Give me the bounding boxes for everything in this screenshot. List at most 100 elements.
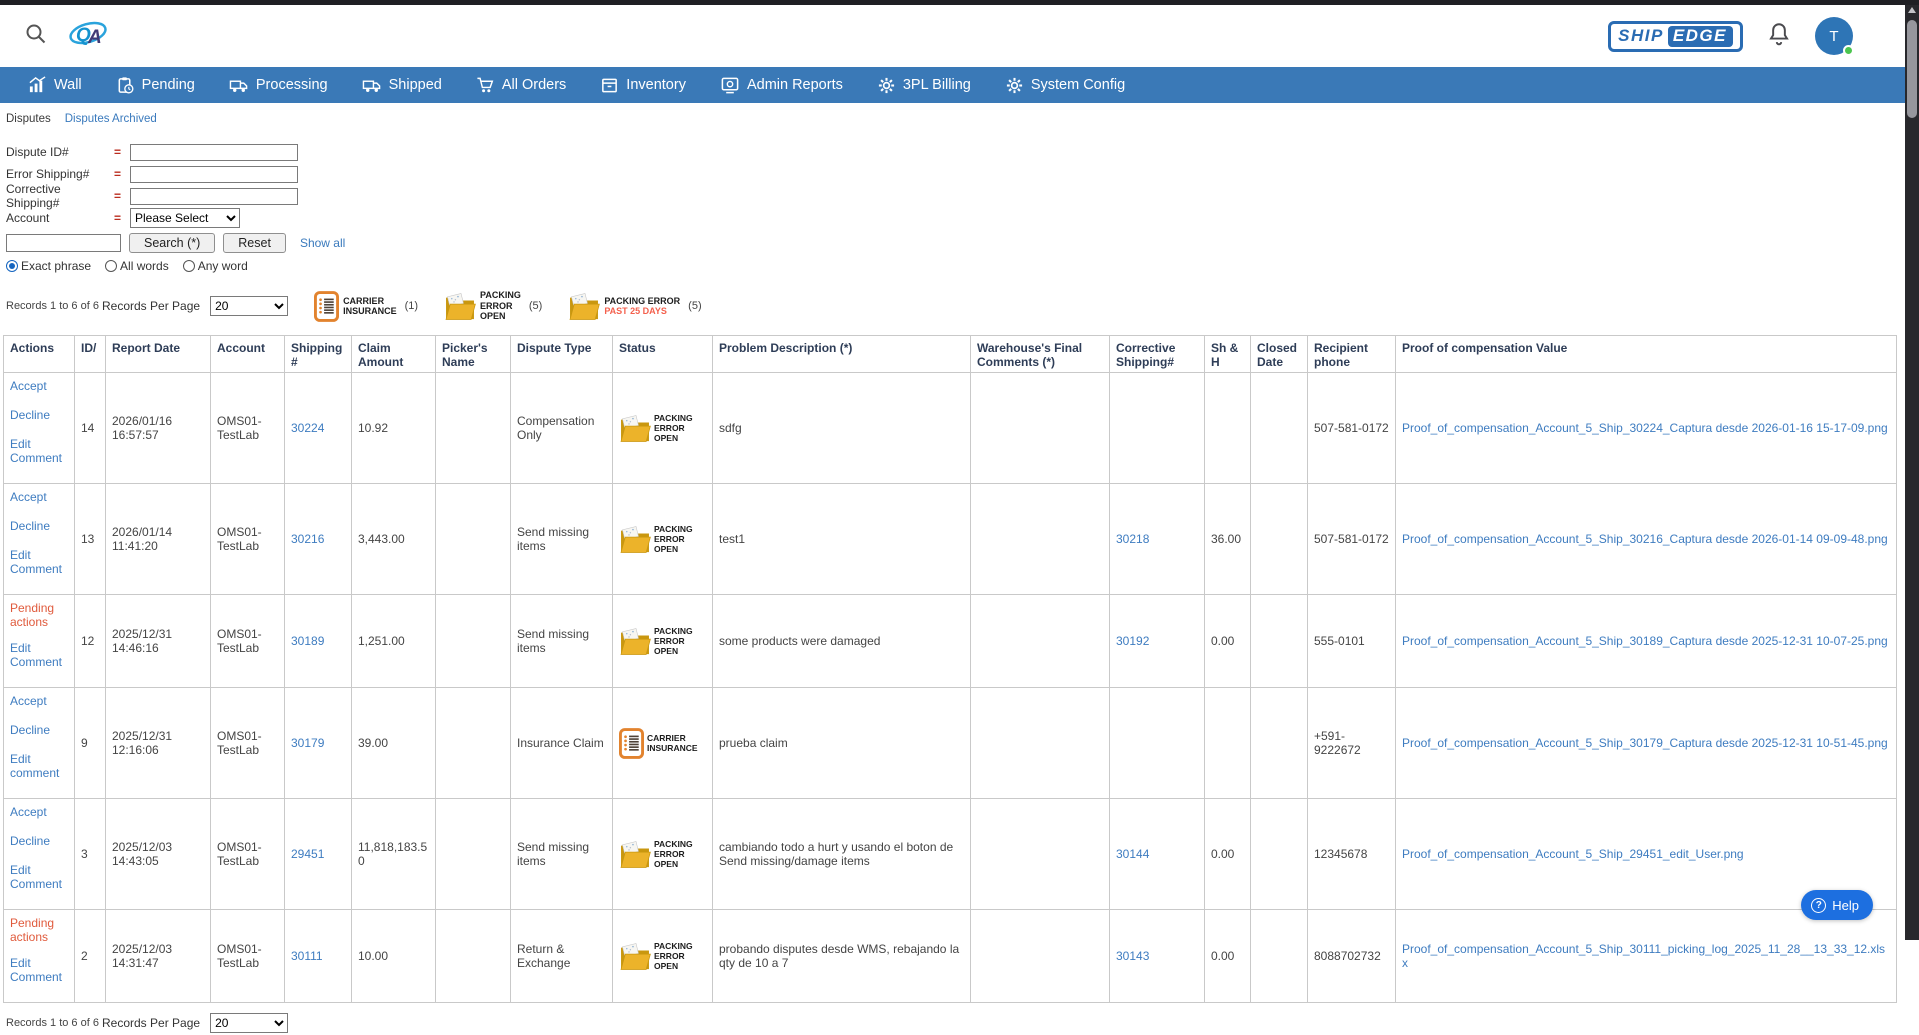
nav-shipped[interactable]: Shipped xyxy=(362,76,442,95)
shipping-link[interactable]: 30189 xyxy=(291,634,324,648)
radio-button[interactable] xyxy=(6,260,18,272)
show-all-link[interactable]: Show all xyxy=(300,236,345,250)
nav-processing[interactable]: Processing xyxy=(229,76,328,95)
legend-count: (1) xyxy=(405,300,418,312)
shipping-cell: 30224 xyxy=(285,373,352,484)
vertical-scrollbar[interactable] xyxy=(1905,0,1919,940)
proof-link[interactable]: Proof_of_compensation_Account_5_Ship_294… xyxy=(1402,847,1744,861)
shipping-link[interactable]: 30224 xyxy=(291,421,324,435)
question-mark-icon: ? xyxy=(1811,898,1826,913)
action-link[interactable]: Accept xyxy=(10,805,68,819)
corrective-shipping-link[interactable]: 30143 xyxy=(1116,949,1149,963)
user-avatar[interactable]: T xyxy=(1815,17,1853,55)
actions-cell: Accept Decline Edit Comment xyxy=(4,484,75,595)
nav-all-orders[interactable]: All Orders xyxy=(476,76,566,95)
action-link[interactable]: Accept xyxy=(10,379,68,393)
claim-amount-cell: 1,251.00 xyxy=(352,595,436,688)
corrective-shipping-cell xyxy=(1110,373,1205,484)
legend-carrier-insurance[interactable]: CARRIER INSURANCE (1) xyxy=(314,291,418,322)
scrollbar-thumb[interactable] xyxy=(1907,20,1917,118)
radio-all-words[interactable]: All words xyxy=(105,259,169,273)
status-packing-error[interactable]: PACKINGERROROPEN xyxy=(619,626,706,657)
status-packing-error[interactable]: PACKINGERROROPEN xyxy=(619,941,706,972)
window-top-edge xyxy=(0,0,1919,5)
proof-link[interactable]: Proof_of_compensation_Account_5_Ship_301… xyxy=(1402,736,1888,750)
proof-link[interactable]: Proof_of_compensation_Account_5_Ship_302… xyxy=(1402,421,1888,435)
actions-cell: Pending actionsEdit Comment xyxy=(4,910,75,1003)
status-packing-error[interactable]: PACKINGERROROPEN xyxy=(619,413,706,444)
proof-link[interactable]: Proof_of_compensation_Account_5_Ship_301… xyxy=(1402,634,1888,648)
action-link[interactable]: Edit Comment xyxy=(10,956,68,984)
action-link[interactable]: Accept xyxy=(10,490,68,504)
keyword-search-input[interactable] xyxy=(6,234,121,252)
radio-button[interactable] xyxy=(105,260,117,272)
action-link[interactable]: Edit comment xyxy=(10,752,68,780)
action-link[interactable]: Decline xyxy=(10,408,68,422)
problem-description-cell: sdfg xyxy=(713,373,971,484)
corrective-shipping-input[interactable] xyxy=(130,188,298,205)
action-link[interactable]: Accept xyxy=(10,694,68,708)
processing-truck-icon xyxy=(229,76,249,95)
shipping-link[interactable]: 30216 xyxy=(291,532,324,546)
legend-packing-error-open[interactable]: PACKING ERROR OPEN (5) xyxy=(444,290,542,321)
status-cell: PACKINGERROROPEN xyxy=(613,799,713,910)
nav-pending[interactable]: Pending xyxy=(116,76,195,95)
column-header: Claim Amount xyxy=(352,336,436,373)
qa-logo[interactable]: Q A xyxy=(66,18,112,55)
action-link[interactable]: Edit Comment xyxy=(10,437,68,465)
scroll-up-arrow[interactable] xyxy=(1908,7,1916,13)
action-link[interactable]: Decline xyxy=(10,723,68,737)
legend-packing-error-past-25-days[interactable]: PACKING ERROR PAST 25 DAYS (5) xyxy=(568,293,701,320)
status-carrier-insurance[interactable]: CARRIERINSURANCE xyxy=(619,728,706,759)
shipping-link[interactable]: 30179 xyxy=(291,736,324,750)
account-select[interactable]: Please Select xyxy=(130,208,240,228)
disputes-page: Disputes Disputes Archived Dispute ID# =… xyxy=(0,103,1905,940)
action-link[interactable]: Decline xyxy=(10,834,68,848)
action-link[interactable]: Edit Comment xyxy=(10,548,68,576)
status-packing-error[interactable]: PACKINGERROROPEN xyxy=(619,839,706,870)
corrective-shipping-cell xyxy=(1110,688,1205,799)
radio-any-word[interactable]: Any word xyxy=(183,259,248,273)
closed-date-cell xyxy=(1251,373,1308,484)
proof-link[interactable]: Proof_of_compensation_Account_5_Ship_302… xyxy=(1402,532,1888,546)
notifications-bell-icon[interactable] xyxy=(1767,21,1791,52)
dispute-id-input[interactable] xyxy=(130,144,298,161)
radio-button[interactable] xyxy=(183,260,195,272)
help-button[interactable]: ? Help xyxy=(1801,890,1873,920)
error-shipping-input[interactable] xyxy=(130,166,298,183)
wall-chart-icon xyxy=(28,76,47,95)
shipping-link[interactable]: 30111 xyxy=(291,949,323,963)
nav-wall[interactable]: Wall xyxy=(28,76,82,95)
corrective-shipping-link[interactable]: 30192 xyxy=(1116,634,1149,648)
proof-link[interactable]: Proof_of_compensation_Account_5_Ship_301… xyxy=(1402,942,1885,970)
records-per-page-select[interactable]: 20 xyxy=(210,1013,288,1033)
table-row: Pending actionsEdit Comment22025/12/03 1… xyxy=(4,910,1897,1003)
claim-amount-cell: 11,818,183.50 xyxy=(352,799,436,910)
nav-inventory[interactable]: Inventory xyxy=(600,76,686,95)
corrective-shipping-link[interactable]: 30218 xyxy=(1116,532,1149,546)
pending-clipboard-icon xyxy=(116,76,135,95)
action-link[interactable]: Decline xyxy=(10,519,68,533)
column-header: Closed Date xyxy=(1251,336,1308,373)
corrective-shipping-cell: 30143 xyxy=(1110,910,1205,1003)
match-mode-radios: Exact phrase All words Any word xyxy=(6,257,1905,275)
shipping-cell: 30111 xyxy=(285,910,352,1003)
inventory-box-icon xyxy=(600,76,619,95)
shipping-link[interactable]: 29451 xyxy=(291,847,324,861)
nav-system-config[interactable]: System Config xyxy=(1005,76,1125,95)
records-per-page-select[interactable]: 20 xyxy=(210,296,288,316)
breadcrumb-disputes-archived-link[interactable]: Disputes Archived xyxy=(65,113,157,127)
nav-3pl-billing[interactable]: 3PL Billing xyxy=(877,76,971,95)
corrective-shipping-link[interactable]: 30144 xyxy=(1116,847,1149,861)
search-icon[interactable] xyxy=(24,22,48,51)
search-button[interactable]: Search (*) xyxy=(129,233,215,253)
action-link[interactable]: Edit Comment xyxy=(10,863,68,891)
report-date-cell: 2025/12/31 14:46:16 xyxy=(106,595,211,688)
reset-button[interactable]: Reset xyxy=(223,233,286,253)
status-packing-error[interactable]: PACKINGERROROPEN xyxy=(619,524,706,555)
closed-date-cell xyxy=(1251,595,1308,688)
action-link[interactable]: Edit Comment xyxy=(10,641,68,669)
radio-exact-phrase[interactable]: Exact phrase xyxy=(6,259,91,273)
records-per-page-label: Records Per Page xyxy=(102,299,200,313)
nav-admin-reports[interactable]: Admin Reports xyxy=(720,76,843,95)
